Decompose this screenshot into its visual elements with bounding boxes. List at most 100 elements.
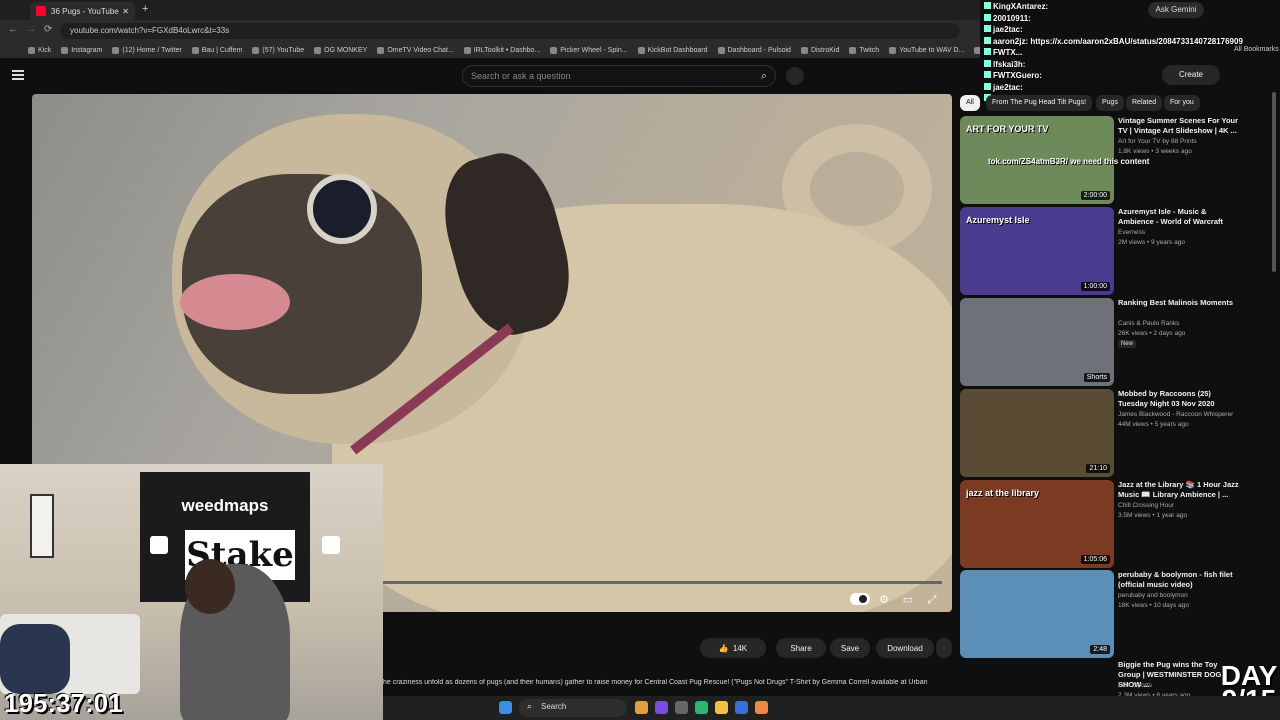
recommendation-item[interactable]: jazz at the library 1:05:06 Jazz at the Li… bbox=[960, 480, 1280, 568]
bookmark-item[interactable]: KickBot Dashboard bbox=[637, 46, 708, 54]
chat-username: jae2tac: bbox=[993, 25, 1023, 34]
download-button[interactable]: Download bbox=[876, 638, 934, 658]
browser-icon[interactable] bbox=[755, 701, 768, 714]
bookmark-item[interactable]: Instagram bbox=[61, 46, 103, 54]
recommendation-channel[interactable]: James Blackwood - Raccoon Whisperer bbox=[1118, 411, 1242, 418]
url-input[interactable]: youtube.com/watch?v=FGXdB4oLwrc&t=33s bbox=[60, 23, 960, 39]
search-icon[interactable]: ⌕ bbox=[752, 65, 776, 87]
taskbar-search[interactable]: ⌕ Search bbox=[519, 699, 627, 717]
reload-icon[interactable]: ⟳ bbox=[44, 24, 52, 35]
miniplayer-icon[interactable]: ▭ bbox=[899, 591, 917, 609]
duration-badge: 2:00:00 bbox=[1080, 191, 1110, 200]
save-button[interactable]: Save bbox=[830, 638, 870, 658]
menu-icon[interactable] bbox=[12, 70, 24, 80]
recommendation-title[interactable]: Vintage Summer Scenes For Your TV | Vint… bbox=[1118, 116, 1242, 136]
forward-icon[interactable]: → bbox=[26, 24, 36, 35]
discord-icon[interactable] bbox=[655, 701, 668, 714]
bookmark-item[interactable]: Kick bbox=[28, 46, 52, 54]
recommendation-channel[interactable]: perubaby and boolymon bbox=[1118, 592, 1242, 599]
app-icon[interactable] bbox=[695, 701, 708, 714]
thumbnail-text: ART FOR YOUR TV bbox=[966, 124, 1049, 134]
settings-icon[interactable]: ⚙ bbox=[875, 591, 893, 609]
recommendation-thumbnail[interactable]: jazz at the library 1:05:06 bbox=[960, 480, 1114, 568]
new-tab-icon[interactable]: + bbox=[142, 3, 148, 15]
folder-icon[interactable] bbox=[715, 701, 728, 714]
recommendation-title[interactable]: Azuremyst Isle - Music & Ambience - Worl… bbox=[1118, 207, 1242, 227]
chip-all[interactable]: All bbox=[960, 95, 980, 111]
wall-art bbox=[30, 494, 54, 558]
back-icon[interactable]: ← bbox=[8, 24, 18, 35]
bookmark-icon bbox=[717, 46, 725, 54]
close-icon[interactable]: ✕ bbox=[122, 7, 129, 16]
bookmark-item[interactable]: OG MONKEY bbox=[314, 46, 367, 54]
bookmark-item[interactable]: YouTube to WAV D... bbox=[889, 46, 964, 54]
chat-username: FWTXGuero: bbox=[993, 71, 1042, 80]
chip-from-the-pug-head-tilt-pugs-[interactable]: From The Pug Head Tilt Pugs! bbox=[986, 95, 1093, 111]
bookmark-icon bbox=[463, 46, 471, 54]
recommendation-item[interactable]: 2:48 perubaby & boolymon - fish filet (of… bbox=[960, 570, 1280, 658]
windows-start-icon[interactable] bbox=[499, 701, 512, 714]
bookmark-item[interactable]: Monkey: Video Chat... bbox=[974, 46, 980, 54]
duration-badge: Shorts bbox=[1083, 373, 1110, 382]
like-count: 14K bbox=[732, 643, 748, 653]
share-button[interactable]: Share bbox=[776, 638, 826, 658]
bookmark-item[interactable]: (12) Home / Twitter bbox=[112, 46, 182, 54]
recommendation-item[interactable]: Shorts Ranking Best Malinois Moments Canis… bbox=[960, 298, 1280, 386]
recommendation-thumbnail[interactable]: 2:48 bbox=[960, 570, 1114, 658]
tab-active[interactable]: 36 Pugs - YouTube ✕ bbox=[30, 2, 135, 20]
recommendation-thumbnail[interactable]: 21:10 bbox=[960, 389, 1114, 477]
youtube-header: Search or ask a question ⌕ bbox=[0, 58, 960, 92]
bookmark-item[interactable]: Picker Wheel - Spin... bbox=[550, 46, 628, 54]
search-input[interactable]: Search or ask a question bbox=[462, 65, 776, 87]
bookmark-item[interactable]: IRLToolkit • Dashbo... bbox=[463, 46, 541, 54]
bookmark-item[interactable]: Twitch bbox=[849, 46, 879, 54]
duration-badge: 1:05:06 bbox=[1080, 555, 1110, 564]
bookmark-label: Kick bbox=[38, 46, 52, 54]
terminal-icon[interactable] bbox=[675, 701, 688, 714]
fullscreen-icon[interactable]: ⤢ bbox=[923, 591, 941, 609]
chip-for-you[interactable]: For you bbox=[1164, 95, 1200, 111]
recommendation-channel[interactable]: Chill Crossing Hour bbox=[1118, 502, 1242, 509]
bookmark-item[interactable]: Bau | Cuffem bbox=[191, 46, 242, 54]
bookmark-icon bbox=[61, 46, 69, 54]
recommendation-thumbnail[interactable]: Shorts bbox=[960, 298, 1114, 386]
chat-text: https://x.com/aaron2xBAU/status/20847331… bbox=[1030, 36, 1243, 46]
recommendation-title[interactable]: perubaby & boolymon - fish filet (offici… bbox=[1118, 570, 1242, 590]
recommendation-channel[interactable]: Canis & Paulo Ranks bbox=[1118, 320, 1242, 327]
lamp-right bbox=[322, 536, 340, 554]
recommendation-item[interactable]: Azuremyst Isle 1:00:00 Azuremyst Isle - Mu… bbox=[960, 207, 1280, 295]
bookmark-item[interactable]: Dashboard - Pulsoid bbox=[717, 46, 791, 54]
chat-message: KingXAntarez: bbox=[984, 2, 1048, 11]
taskbar: ⌕ Search bbox=[383, 696, 1280, 720]
recommendation-title[interactable]: Mobbed by Raccoons (25) Tuesday Night 03… bbox=[1118, 389, 1242, 409]
bookmark-item[interactable]: (57) YouTube bbox=[252, 46, 304, 54]
like-button[interactable]: 👍 14K bbox=[700, 638, 766, 658]
all-bookmarks-link[interactable]: All Bookmarks bbox=[1234, 46, 1279, 53]
mic-icon[interactable] bbox=[786, 67, 804, 85]
bookmark-label: Instagram bbox=[71, 46, 103, 54]
recommendation-thumbnail[interactable]: Azuremyst Isle 1:00:00 bbox=[960, 207, 1114, 295]
chat-username: aaron2jz: bbox=[993, 36, 1031, 46]
recommendation-thumbnail[interactable] bbox=[960, 660, 1114, 696]
video-frame-pug-tongue bbox=[180, 274, 290, 330]
chip-pugs[interactable]: Pugs bbox=[1096, 95, 1124, 111]
bookmarks-bar: Kick Instagram (12) Home / Twitter Bau | Cu… bbox=[0, 42, 980, 58]
chat-username: 20010911: bbox=[993, 13, 1031, 23]
progress-bar[interactable] bbox=[382, 581, 942, 584]
scrollbar[interactable] bbox=[1272, 92, 1276, 272]
steam-icon[interactable] bbox=[735, 701, 748, 714]
recommendation-item[interactable]: 21:10 Mobbed by Raccoons (25) Tuesday Nig… bbox=[960, 389, 1280, 477]
more-actions-button[interactable] bbox=[936, 638, 952, 658]
chip-related[interactable]: Related bbox=[1126, 95, 1163, 111]
bookmark-item[interactable]: OmeTV Video Chat... bbox=[377, 46, 454, 54]
video-description[interactable]: he craziness unfold as dozens of pugs (a… bbox=[383, 679, 953, 686]
chat-message: 20010911: bbox=[984, 13, 1031, 23]
autoplay-toggle[interactable] bbox=[850, 593, 870, 605]
chrome-icon[interactable] bbox=[635, 701, 648, 714]
recommendation-channel[interactable]: Everness bbox=[1118, 229, 1242, 236]
bookmark-item[interactable]: DistroKid bbox=[800, 46, 839, 54]
recommendation-title[interactable]: Ranking Best Malinois Moments bbox=[1118, 298, 1242, 308]
bookmark-label: IRLToolkit • Dashbo... bbox=[473, 46, 541, 54]
recommendation-channel[interactable]: Art for Your TV by 88 Prints bbox=[1118, 138, 1242, 145]
recommendation-title[interactable]: Jazz at the Library 📚 1 Hour Jazz Music … bbox=[1118, 480, 1242, 500]
